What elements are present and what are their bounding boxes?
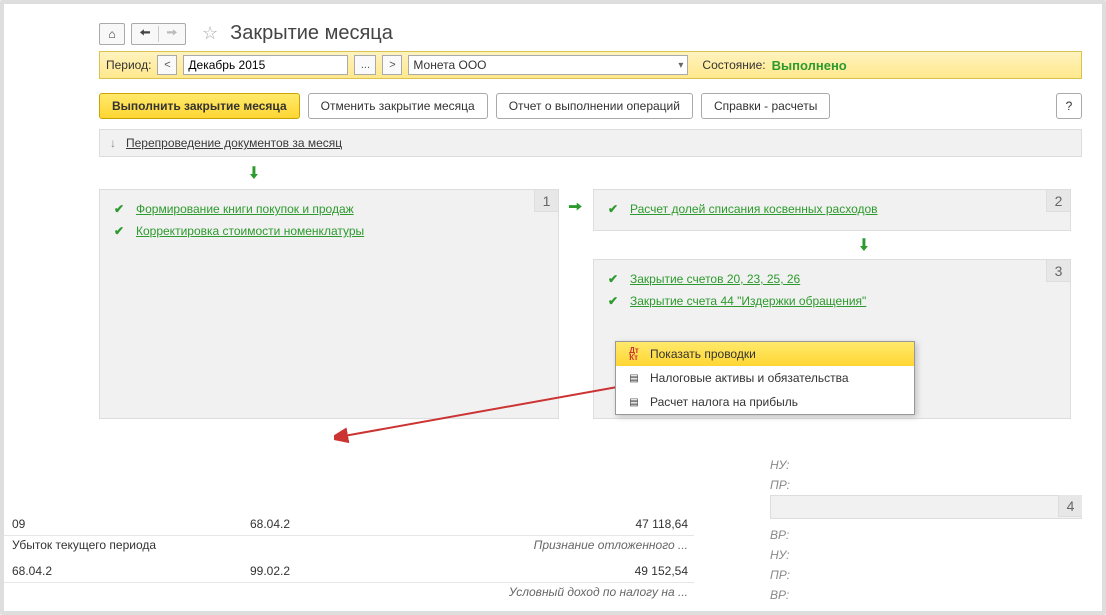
link-book[interactable]: Формирование книги покупок и продаж bbox=[136, 202, 354, 216]
ctx-show-entries[interactable]: ДтКт Показать проводки bbox=[616, 342, 914, 366]
doc-icon: ▤ bbox=[626, 394, 642, 410]
dtkt-icon: ДтКт bbox=[626, 346, 642, 362]
report-button[interactable]: Отчет о выполнении операций bbox=[496, 93, 693, 119]
execute-button[interactable]: Выполнить закрытие месяца bbox=[99, 93, 300, 119]
link-acc44[interactable]: Закрытие счета 44 "Издержки обращения" bbox=[630, 294, 866, 308]
check-icon: ✔ bbox=[114, 224, 128, 238]
down-small-icon: ↓ bbox=[110, 136, 116, 150]
tag-pr: ПР: bbox=[770, 565, 1082, 585]
period-input[interactable] bbox=[183, 55, 348, 75]
link-share[interactable]: Расчет долей списания косвенных расходов bbox=[630, 202, 878, 216]
box-1-num: 1 bbox=[534, 190, 558, 212]
nav-group: 🠨 🠪 bbox=[131, 23, 186, 45]
page-title: Закрытие месяца bbox=[230, 22, 393, 45]
table-row: 09 68.04.2 47 118,64 bbox=[4, 513, 694, 536]
box-2-num: 2 bbox=[1046, 190, 1070, 212]
box-4: 4 bbox=[770, 495, 1082, 519]
help-button[interactable]: ? bbox=[1056, 93, 1082, 119]
cell-credit: 68.04.2 bbox=[250, 517, 440, 531]
check-icon: ✔ bbox=[114, 202, 128, 216]
period-bar: Период: < ... > Монета ООО Состояние: Вы… bbox=[99, 51, 1082, 79]
tag-nu: НУ: bbox=[770, 545, 1082, 565]
table-row: Условный доход по налогу на ... bbox=[4, 583, 694, 607]
stage-reposting: ↓ Перепроведение документов за месяц bbox=[99, 129, 1082, 157]
stage0-link[interactable]: Перепроведение документов за месяц bbox=[126, 136, 342, 150]
cell-debit: 68.04.2 bbox=[10, 564, 250, 578]
tag-vr: ВР: bbox=[770, 585, 1082, 605]
cell-sub: Убыток текущего периода bbox=[10, 538, 250, 552]
period-prev-button[interactable]: < bbox=[157, 55, 177, 75]
link-acc20[interactable]: Закрытие счетов 20, 23, 25, 26 bbox=[630, 272, 800, 286]
ctx-tax-assets[interactable]: ▤ Налоговые активы и обязательства bbox=[616, 366, 914, 390]
star-icon[interactable]: ☆ bbox=[202, 23, 218, 44]
doc-icon: ▤ bbox=[626, 370, 642, 386]
home-icon: ⌂ bbox=[108, 27, 115, 41]
box-1: 1 ✔ Формирование книги покупок и продаж ✔… bbox=[99, 189, 559, 419]
cell-amount: 47 118,64 bbox=[440, 517, 688, 531]
ledger-table: 09 68.04.2 47 118,64 Убыток текущего пер… bbox=[4, 513, 694, 607]
period-picker-button[interactable]: ... bbox=[354, 55, 376, 75]
refs-button[interactable]: Справки - расчеты bbox=[701, 93, 830, 119]
cancel-button[interactable]: Отменить закрытие месяца bbox=[308, 93, 488, 119]
box-3-num: 3 bbox=[1046, 260, 1070, 282]
link-cost[interactable]: Корректировка стоимости номенклатуры bbox=[136, 224, 364, 238]
cell-desc: Признание отложенного ... bbox=[440, 538, 688, 552]
state-label: Состояние: bbox=[702, 58, 765, 72]
state-value: Выполнено bbox=[772, 58, 847, 73]
box-2: 2 ✔ Расчет долей списания косвенных расхо… bbox=[593, 189, 1071, 231]
check-icon: ✔ bbox=[608, 272, 622, 286]
arrow-right-icon: 🠪 bbox=[568, 195, 583, 225]
cell-debit: 09 bbox=[10, 517, 250, 531]
table-row: Убыток текущего периода Признание отложе… bbox=[4, 536, 694, 560]
forward-button[interactable]: 🠪 bbox=[159, 24, 185, 44]
cell-credit: 99.02.2 bbox=[250, 564, 440, 578]
table-row: 68.04.2 99.02.2 49 152,54 bbox=[4, 560, 694, 583]
tag-pr: ПР: bbox=[770, 475, 1082, 495]
tag-vr: ВР: bbox=[770, 525, 1082, 545]
arrow-down-icon: 🠫 bbox=[249, 161, 259, 191]
back-button[interactable]: 🠨 bbox=[132, 24, 158, 44]
home-button[interactable]: ⌂ bbox=[99, 23, 125, 45]
check-icon: ✔ bbox=[608, 294, 622, 308]
org-select[interactable]: Монета ООО bbox=[408, 55, 688, 75]
period-label: Период: bbox=[106, 58, 151, 72]
cell-amount: 49 152,54 bbox=[440, 564, 688, 578]
cell-desc: Условный доход по налогу на ... bbox=[440, 585, 688, 599]
tag-nu: НУ: bbox=[770, 455, 1082, 475]
box-4-num: 4 bbox=[1058, 495, 1082, 517]
diagram: 🠫 1 ✔ Формирование книги покупок и продаж… bbox=[99, 163, 1082, 443]
period-next-button[interactable]: > bbox=[382, 55, 402, 75]
org-value: Монета ООО bbox=[413, 58, 486, 72]
side-column: НУ: ПР: 4 ВР: НУ: ПР: ВР: bbox=[770, 455, 1082, 605]
ctx-tax-calc[interactable]: ▤ Расчет налога на прибыль bbox=[616, 390, 914, 414]
check-icon: ✔ bbox=[608, 202, 622, 216]
context-menu: ДтКт Показать проводки ▤ Налоговые актив… bbox=[615, 341, 915, 415]
